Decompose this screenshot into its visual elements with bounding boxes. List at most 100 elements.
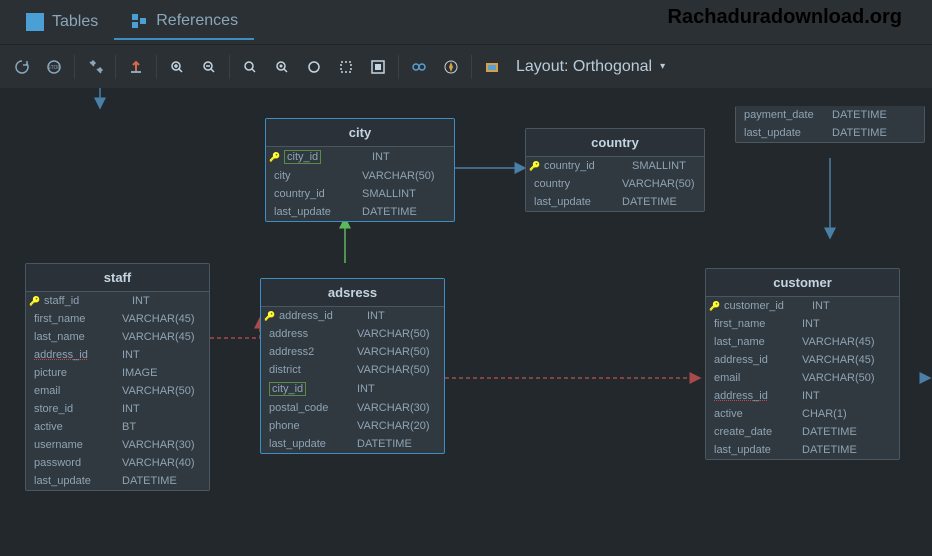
col-name: last_update: [744, 127, 824, 139]
col-name: email: [34, 385, 114, 397]
entity-country[interactable]: country country_id SMALLINT country VARCHA…: [525, 128, 705, 212]
col-name: last_update: [714, 444, 794, 456]
col-name: first_name: [714, 318, 794, 330]
col-name: city_id: [269, 382, 306, 396]
col-type: VARCHAR(30): [122, 439, 195, 451]
tables-icon: [26, 13, 44, 31]
col-name: address: [269, 328, 349, 340]
col-name: postal_code: [269, 402, 349, 414]
col-name: username: [34, 439, 114, 451]
col-name: address2: [269, 346, 349, 358]
col-type: INT: [132, 295, 150, 307]
col-name: country: [534, 178, 614, 190]
toolbar-separator: [156, 55, 157, 79]
col-name: last_update: [534, 196, 614, 208]
col-type: INT: [122, 403, 140, 415]
toolbar-separator: [74, 55, 75, 79]
col-name: staff_id: [44, 295, 124, 307]
entity-adsress-title: adsress: [261, 279, 444, 307]
col-type: VARCHAR(50): [362, 170, 435, 182]
entity-customer[interactable]: customer customer_idINT first_nameINT la…: [705, 268, 900, 460]
entity-city-title: city: [266, 119, 454, 147]
col-type: DATETIME: [622, 196, 677, 208]
zoom-selection-button[interactable]: [300, 53, 328, 81]
export-button[interactable]: [122, 53, 150, 81]
col-name: last_update: [34, 475, 114, 487]
refresh-button[interactable]: [8, 53, 36, 81]
col-type: VARCHAR(40): [122, 457, 195, 469]
col-type: BT: [122, 421, 136, 433]
col-name: address_id: [714, 390, 794, 402]
col-type: DATETIME: [802, 426, 857, 438]
col-name: last_name: [34, 331, 114, 343]
tab-references[interactable]: References: [114, 4, 254, 40]
col-type: INT: [367, 310, 385, 322]
col-type: VARCHAR(50): [122, 385, 195, 397]
link-view-button[interactable]: [405, 53, 433, 81]
zoom-out-button[interactable]: [195, 53, 223, 81]
zoom-fit-button[interactable]: [236, 53, 264, 81]
col-type: INT: [372, 151, 390, 163]
col-name: address_id: [714, 354, 794, 366]
references-icon: [130, 12, 148, 30]
stop-button[interactable]: STOP: [40, 53, 68, 81]
entity-staff[interactable]: staff staff_idINT first_nameVARCHAR(45) …: [25, 263, 210, 491]
snapshot-button[interactable]: [478, 53, 506, 81]
col-type: VARCHAR(30): [357, 402, 430, 414]
col-type: SMALLINT: [362, 188, 416, 200]
col-type: INT: [812, 300, 830, 312]
col-type: DATETIME: [357, 438, 412, 450]
col-type: DATETIME: [832, 127, 887, 139]
col-type: INT: [802, 390, 820, 402]
col-name: create_date: [714, 426, 794, 438]
zoom-in-button[interactable]: [163, 53, 191, 81]
col-name: active: [34, 421, 114, 433]
tools-button[interactable]: [81, 53, 109, 81]
zoom-100-button[interactable]: [268, 53, 296, 81]
select-area-button[interactable]: [332, 53, 360, 81]
col-type: VARCHAR(50): [622, 178, 695, 190]
col-type: SMALLINT: [632, 160, 686, 172]
col-name: phone: [269, 420, 349, 432]
col-type: INT: [802, 318, 820, 330]
entity-country-title: country: [526, 129, 704, 157]
col-name: country_id: [274, 188, 354, 200]
toolbar-separator: [115, 55, 116, 79]
toolbar-separator: [398, 55, 399, 79]
col-type: INT: [357, 383, 375, 395]
col-name: first_name: [34, 313, 114, 325]
col-type: VARCHAR(50): [802, 372, 875, 384]
diagram-canvas[interactable]: city city_id INT city VARCHAR(50) country_…: [0, 88, 932, 556]
col-type: VARCHAR(45): [122, 331, 195, 343]
compass-button[interactable]: [437, 53, 465, 81]
entity-staff-title: staff: [26, 264, 209, 292]
col-type: VARCHAR(50): [357, 328, 430, 340]
toolbar-separator: [471, 55, 472, 79]
col-name: active: [714, 408, 794, 420]
col-name: store_id: [34, 403, 114, 415]
entity-adsress[interactable]: adsress address_id INT address VARCHAR(50)…: [260, 278, 445, 454]
col-type: DATETIME: [362, 206, 417, 218]
col-type: DATETIME: [122, 475, 177, 487]
col-name: address_id: [279, 310, 359, 322]
fit-screen-button[interactable]: [364, 53, 392, 81]
col-name: last_name: [714, 336, 794, 348]
col-type: VARCHAR(50): [357, 346, 430, 358]
watermark-text: Rachaduradownload.org: [668, 6, 902, 29]
col-type: VARCHAR(20): [357, 420, 430, 432]
entity-payment-fragment[interactable]: payment_dateDATETIME last_updateDATETIME: [735, 106, 925, 143]
entity-city[interactable]: city city_idINT cityVARCHAR(50) country_…: [265, 118, 455, 222]
col-name: city: [274, 170, 354, 182]
col-name: country_id: [544, 160, 624, 172]
col-type: CHAR(1): [802, 408, 847, 420]
col-type: VARCHAR(45): [802, 336, 875, 348]
col-type: VARCHAR(45): [802, 354, 875, 366]
col-type: VARCHAR(50): [357, 364, 430, 376]
col-name: customer_id: [724, 300, 804, 312]
tab-tables[interactable]: Tables: [10, 5, 114, 39]
toolbar: STOP Layout: Orthogonal: [0, 44, 932, 88]
layout-dropdown[interactable]: Layout: Orthogonal: [516, 58, 665, 76]
col-name: email: [714, 372, 794, 384]
col-name: password: [34, 457, 114, 469]
col-type: VARCHAR(45): [122, 313, 195, 325]
